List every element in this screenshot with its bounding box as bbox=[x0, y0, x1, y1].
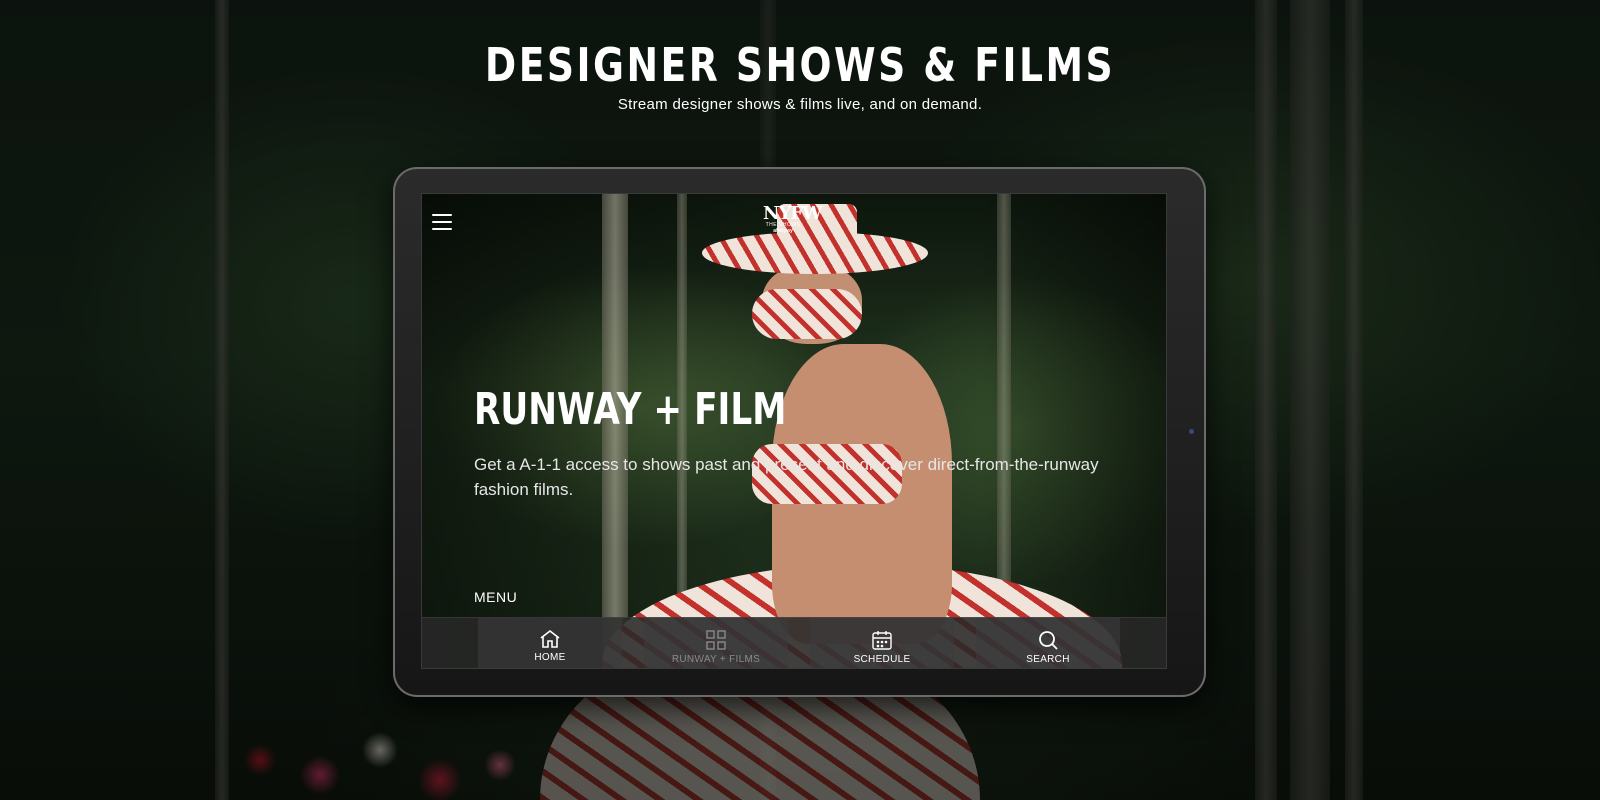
calendar-icon bbox=[872, 631, 892, 650]
home-icon bbox=[540, 629, 560, 648]
page-title: DESIGNER SHOWS & FILMS bbox=[484, 38, 1116, 92]
section-headline: RUNWAY + FILM bbox=[474, 384, 787, 435]
menu-link[interactable]: MENU bbox=[474, 589, 517, 605]
camera-dot bbox=[1189, 429, 1194, 434]
nav-runway-films[interactable]: RUNWAY + FILMS bbox=[644, 618, 788, 668]
brand-logo[interactable]: NYFW THE SHOWS afterpay bbox=[763, 205, 822, 235]
nav-schedule[interactable]: SCHEDULE bbox=[810, 618, 954, 668]
tablet-device: NYFW THE SHOWS afterpay RUNWAY + FILM Ge… bbox=[393, 167, 1206, 697]
page-subtitle: Stream designer shows & films live, and … bbox=[617, 96, 983, 113]
app-screen: NYFW THE SHOWS afterpay RUNWAY + FILM Ge… bbox=[421, 193, 1167, 669]
nav-search[interactable]: SEARCH bbox=[976, 618, 1120, 668]
search-icon bbox=[1039, 631, 1058, 650]
grid-icon bbox=[706, 630, 726, 650]
hamburger-menu-icon[interactable] bbox=[432, 214, 452, 231]
section-description: Get a A-1-1 access to shows past and pre… bbox=[474, 455, 1099, 499]
bottom-navigation: HOME RUNWAY + FILMS SCHEDULE SEARCH bbox=[422, 617, 1166, 668]
nav-home[interactable]: HOME bbox=[478, 618, 622, 668]
